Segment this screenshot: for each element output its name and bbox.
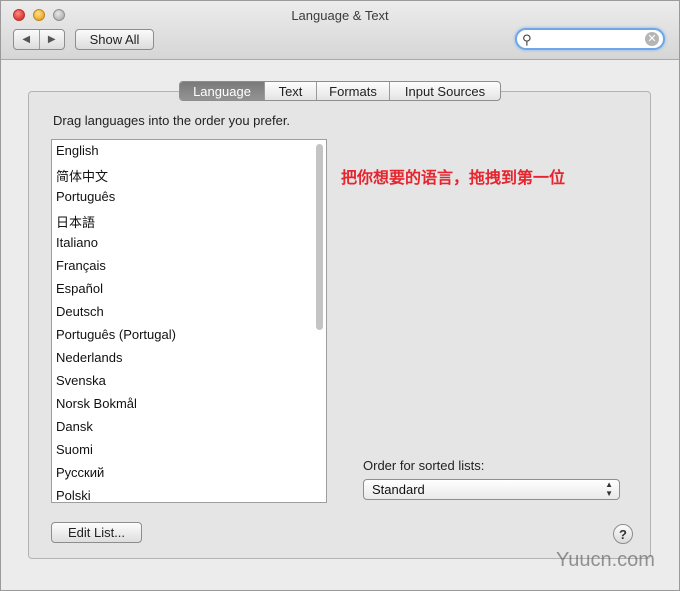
tab-bar: Language Text Formats Input Sources (179, 81, 501, 101)
language-item[interactable]: Русский (56, 465, 104, 480)
back-arrow-icon[interactable]: ◀ (14, 30, 40, 49)
language-item[interactable]: Svenska (56, 373, 106, 388)
sort-order-select[interactable]: Standard ▲ ▼ (363, 479, 620, 500)
watermark-text: Yuucn.com (556, 549, 655, 571)
tab-text[interactable]: Text (264, 82, 316, 100)
show-all-button[interactable]: Show All (75, 29, 154, 50)
tab-formats[interactable]: Formats (316, 82, 389, 100)
language-item[interactable]: Français (56, 258, 106, 273)
tab-language[interactable]: Language (180, 82, 264, 100)
preferences-window: Language & Text ◀ ▶ Show All ⚲ ✕ Languag… (0, 0, 680, 591)
window-title: Language & Text (291, 8, 389, 23)
language-list[interactable]: English 简体中文 Português 日本語 Italiano Fran… (51, 139, 327, 503)
language-item[interactable]: 简体中文 (56, 166, 108, 185)
language-item[interactable]: Deutsch (56, 304, 104, 319)
forward-arrow-icon[interactable]: ▶ (40, 30, 65, 49)
language-item[interactable]: Suomi (56, 442, 93, 457)
instructions-label: Drag languages into the order you prefer… (53, 113, 291, 128)
language-item[interactable]: Português (56, 189, 115, 204)
annotation-text: 把你想要的语言，拖拽到第一位 (341, 170, 566, 187)
search-input[interactable] (537, 31, 641, 49)
sort-order-value: Standard (372, 482, 425, 497)
language-item[interactable]: English (56, 143, 99, 158)
language-item[interactable]: Italiano (56, 235, 98, 250)
sort-order-label: Order for sorted lists: (363, 458, 485, 473)
title-bar: Language & Text ◀ ▶ Show All ⚲ ✕ (1, 1, 679, 60)
search-field[interactable]: ⚲ ✕ (515, 28, 665, 50)
updown-chevron-icon: ▲ ▼ (605, 480, 613, 498)
language-item[interactable]: 日本語 (56, 212, 95, 231)
language-item[interactable]: Dansk (56, 419, 93, 434)
language-item[interactable]: Español (56, 281, 103, 296)
language-item[interactable]: Polski (56, 488, 91, 502)
language-item[interactable]: Português (Portugal) (56, 327, 176, 342)
clear-search-icon[interactable]: ✕ (645, 32, 659, 46)
language-item[interactable]: Norsk Bokmål (56, 396, 137, 411)
language-item[interactable]: Nederlands (56, 350, 123, 365)
list-scrollbar-thumb[interactable] (316, 144, 323, 330)
tab-input-sources[interactable]: Input Sources (389, 82, 500, 100)
help-button[interactable]: ? (613, 524, 633, 544)
edit-list-button[interactable]: Edit List... (51, 522, 142, 543)
search-icon: ⚲ (522, 32, 532, 47)
back-forward-control: ◀ ▶ (13, 29, 65, 50)
